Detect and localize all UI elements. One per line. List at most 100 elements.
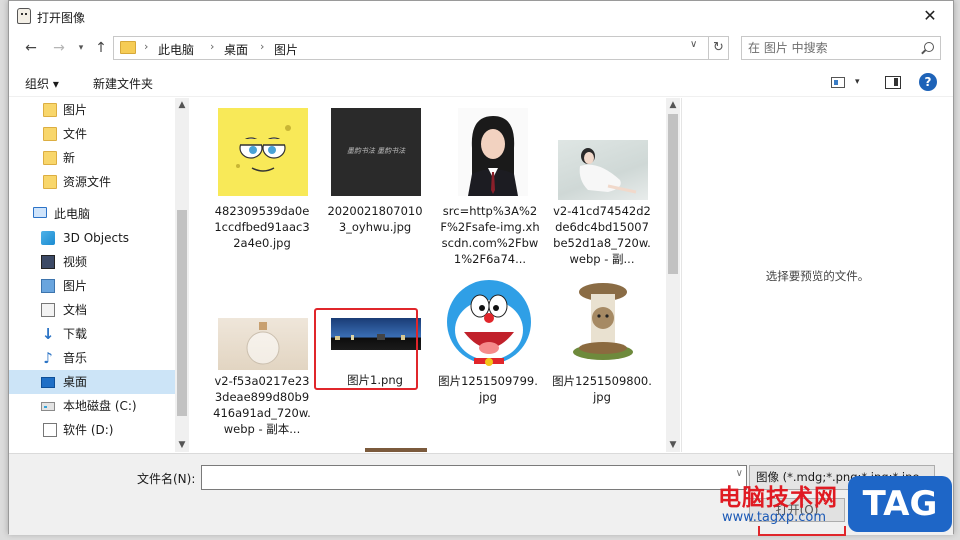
pictures-icon [41,279,55,293]
file-name: 图片1251509800.jpg [552,374,652,404]
scroll-up-icon[interactable]: ▲ [666,100,680,110]
image-thumbnail-doraemon [444,278,534,366]
up-arrow-icon[interactable]: ↑ [91,38,111,58]
new-folder-button[interactable]: 新建文件夹 [93,75,153,92]
highlight-box [758,526,846,536]
sidebar-item-local-disk-c[interactable]: 本地磁盘 (C:) [9,394,175,418]
back-arrow-icon[interactable]: ← [21,38,41,58]
highlight-box [314,308,418,390]
window-title: 打开图像 [37,11,86,25]
sidebar-item-pictures[interactable]: 图片 [9,274,175,298]
sidebar-item-resources-folder[interactable]: 资源文件 [9,170,175,194]
image-thumbnail-id-photo [458,108,528,196]
sidebar-item-label: 下载 [63,327,88,341]
scroll-down-icon[interactable]: ▼ [666,440,680,450]
sidebar-item-label: 本地磁盘 (C:) [63,399,137,413]
image-thumbnail-calligraphy: 墨韵书法 墨韵书法 [331,108,421,196]
sidebar-item-music[interactable]: ♪ 音乐 [9,346,175,370]
watermark-site-name: 电脑技术网 [718,485,838,511]
command-toolbar: 组织 ▾ 新建文件夹 ▾ ? [9,67,953,97]
breadcrumb-this-pc[interactable]: 此电脑 [158,41,194,58]
scroll-up-icon[interactable]: ▲ [175,100,189,110]
file-name: 482309539da0e1ccdfbed91aac32a4e0.jpg [214,204,310,250]
change-view-icon[interactable] [831,77,845,88]
breadcrumb-separator[interactable]: › [210,40,214,53]
file-item[interactable]: v2-41cd74542d2de6dc4bd15007be52d1a8_720w… [552,108,652,278]
file-item[interactable]: 墨韵书法 墨韵书法 20200218070103_oyhwu.jpg [325,108,425,278]
search-icon[interactable] [924,42,934,52]
watermark: 电脑技术网 www.tagxp.com TAG [718,476,954,536]
folder-icon [43,103,57,117]
file-name: src=http%3A%2F%2Fsafe-img.xhscdn.com%2Fb… [440,204,540,266]
image-thumbnail-partial [365,448,427,452]
sidebar-item-label: 视频 [63,255,88,269]
view-options-chevron-icon[interactable]: ▾ [855,77,860,87]
disk-icon [41,402,55,411]
file-name: v2-41cd74542d2de6dc4bd15007be52d1a8_720w… [553,204,651,266]
sidebar-item-label: 音乐 [63,351,88,365]
organize-button[interactable]: 组织 ▾ [25,75,59,92]
scrollbar-thumb[interactable] [177,210,187,416]
sidebar-item-new-folder[interactable]: 新 [9,146,175,170]
close-button[interactable]: ✕ [907,1,953,31]
file-name: 图片1251509799.jpg [438,374,538,404]
forward-arrow-icon[interactable]: → [49,38,69,58]
file-item[interactable]: 图片1251509800.jpg [552,278,652,448]
search-input[interactable] [748,40,908,56]
sidebar-item-pictures-folder[interactable]: 图片 [9,98,175,122]
image-thumbnail-girl [558,140,648,200]
sidebar-item-videos[interactable]: 视频 [9,250,175,274]
file-item[interactable]: 482309539da0e1ccdfbed91aac32a4e0.jpg [212,108,312,278]
preview-pane: 选择要预览的文件。 [681,98,953,452]
image-thumbnail-spongebob [218,108,308,196]
file-list-scrollbar[interactable]: ▲ ▼ [666,98,680,452]
image-thumbnail-bottle [218,318,308,370]
sidebar-item-label: 资源文件 [63,175,112,189]
sidebar-item-label: 图片 [63,279,88,293]
download-icon: ↓ [41,325,55,343]
documents-icon [41,303,55,317]
sidebar-item-downloads[interactable]: ↓ 下载 [9,322,175,346]
address-dropdown-icon[interactable]: ∨ [690,39,697,50]
file-name: v2-f53a0217e233deae899d80b9416a91ad_720w… [213,374,311,436]
sidebar-item-label: 文档 [63,303,88,317]
folder-icon [43,151,57,165]
image-thumbnail-mushroom-cat [558,278,648,366]
navigation-row: ← → ▾ ↑ › 此电脑 › 桌面 › 图片 ∨ ↻ [9,33,953,63]
navigation-pane: 图片 文件 新 资源文件 此电脑 3D Objects 视频 图片 文档 ↓ 下… [9,98,189,452]
open-image-dialog: 打开图像 ✕ ← → ▾ ↑ › 此电脑 › 桌面 › 图片 ∨ ↻ 组织 ▾ … [8,0,954,535]
folder-icon [43,175,57,189]
sidebar-item-desktop[interactable]: 桌面 [9,370,175,394]
sidebar-item-label: 软件 (D:) [63,423,114,437]
scroll-down-icon[interactable]: ▼ [175,440,189,450]
filename-input[interactable] [201,465,747,490]
sidebar-item-3d-objects[interactable]: 3D Objects [9,226,175,250]
search-box[interactable] [741,36,941,60]
scrollbar-thumb[interactable] [668,114,678,274]
sidebar-item-label: 桌面 [63,375,88,389]
help-icon[interactable]: ? [919,73,937,91]
address-bar[interactable]: › 此电脑 › 桌面 › 图片 ∨ [113,36,709,60]
sidebar-item-documents[interactable]: 文档 [9,298,175,322]
refresh-icon[interactable]: ↻ [709,36,729,60]
breadcrumb-separator[interactable]: › [144,40,148,53]
folder-icon [43,127,57,141]
navigation-pane-scrollbar[interactable]: ▲ ▼ [175,98,189,452]
folder-icon [120,41,136,54]
breadcrumb-desktop[interactable]: 桌面 [224,41,248,58]
watermark-tag-logo: TAG [848,476,952,532]
file-item[interactable]: src=http%3A%2F%2Fsafe-img.xhscdn.com%2Fb… [440,108,540,278]
calligraphy-text: 墨韵书法 墨韵书法 [346,147,406,155]
preview-pane-icon[interactable] [885,76,901,89]
computer-icon [33,207,47,218]
file-list: 482309539da0e1ccdfbed91aac32a4e0.jpg 墨韵书… [190,98,666,452]
file-item[interactable]: v2-f53a0217e233deae899d80b9416a91ad_720w… [212,278,312,448]
recent-locations-chevron-icon[interactable]: ▾ [71,38,91,58]
sidebar-item-this-pc[interactable]: 此电脑 [9,202,175,226]
breadcrumb-separator[interactable]: › [260,40,264,53]
file-name: 20200218070103_oyhwu.jpg [327,204,423,234]
breadcrumb-pictures[interactable]: 图片 [274,41,298,58]
sidebar-item-files-folder[interactable]: 文件 [9,122,175,146]
sidebar-item-software-d[interactable]: 软件 (D:) [9,418,175,442]
file-item[interactable]: 图片1251509799.jpg [438,278,538,448]
